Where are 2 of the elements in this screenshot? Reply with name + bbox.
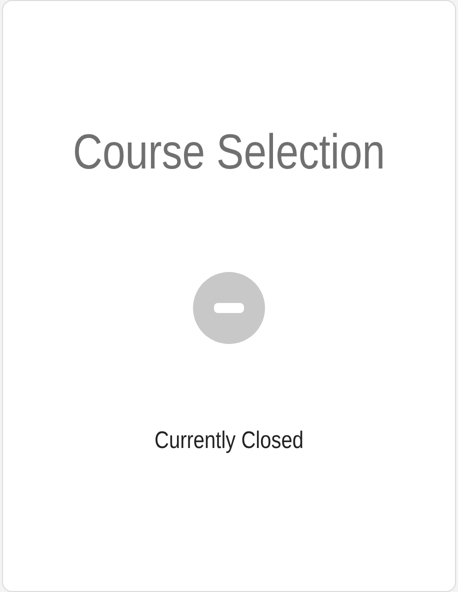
page-title: Course Selection	[72, 124, 386, 181]
status-label: Currently Closed	[154, 428, 304, 456]
